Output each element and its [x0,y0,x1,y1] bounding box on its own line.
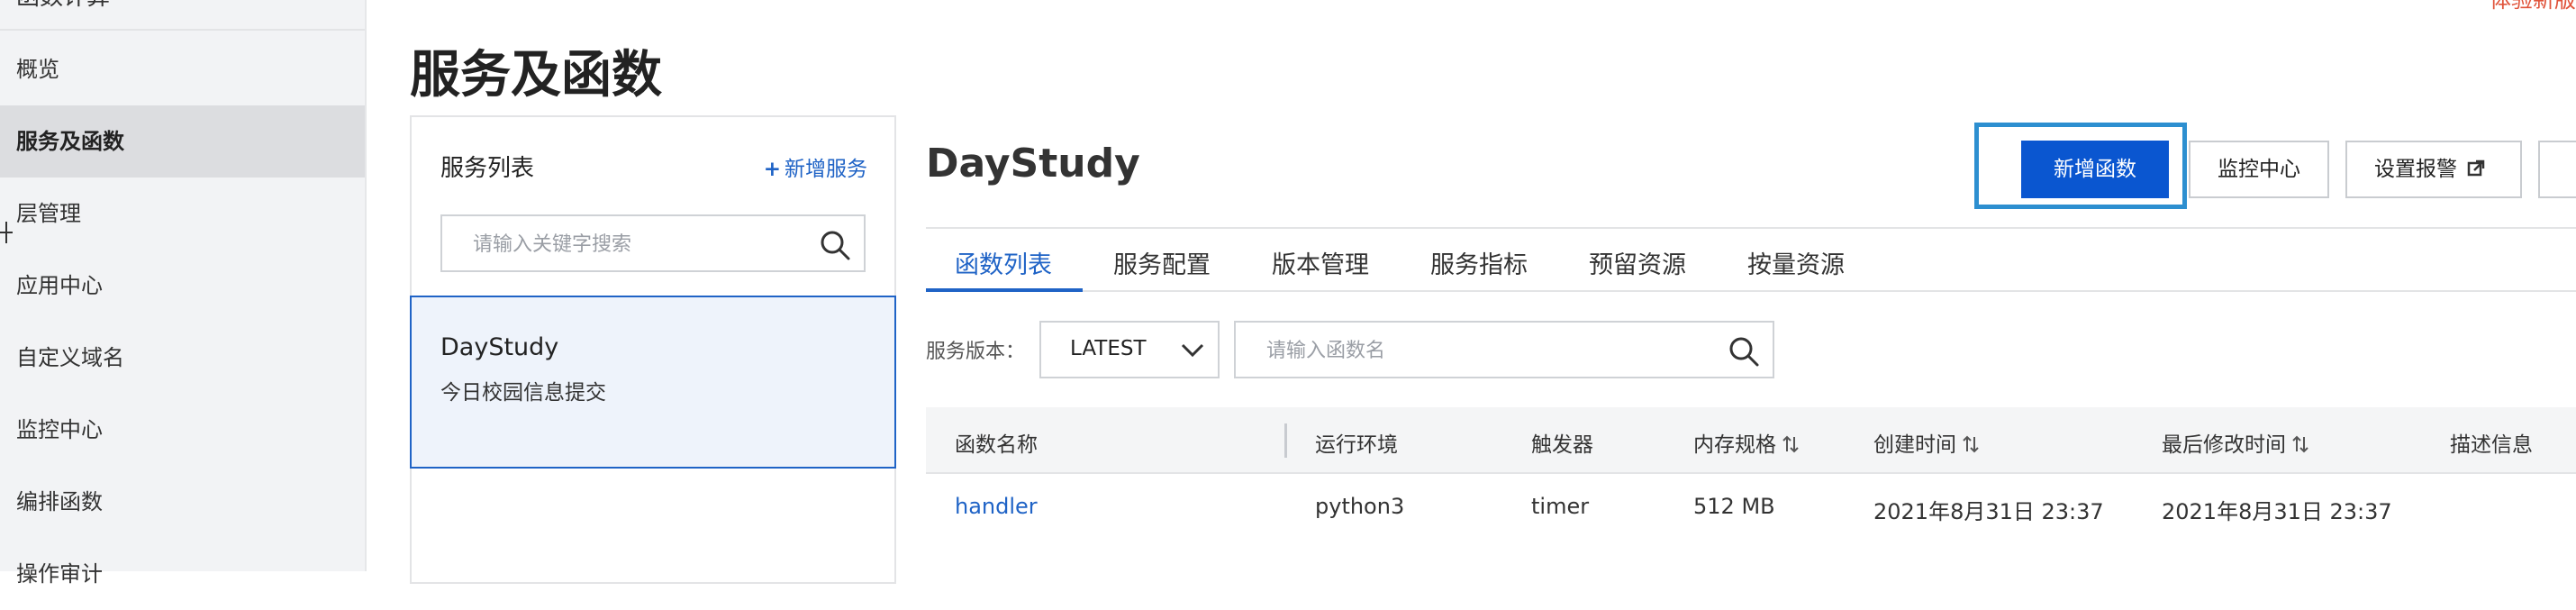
tab-on-demand-resources[interactable]: 按量资源 [1747,245,1845,280]
service-list-item[interactable]: DayStudy 今日校园信息提交 [410,296,896,469]
search-icon[interactable] [1728,335,1760,368]
column-header-modified-label: 最后修改时间 [2162,433,2286,457]
tab-service-metrics[interactable]: 服务指标 [1430,245,1528,280]
sidebar: 函数计算 概览 服务及函数 层管理 应用中心 自定义域名 监控中心 编排函数 操… [0,0,367,587]
service-list-title: 服务列表 [440,155,535,182]
service-list-panel: 服务列表 +新增服务 DayStudy 今日校园信息提交 [410,115,896,584]
function-created-time: 2021年8月31日 23:37 [1873,499,2104,524]
column-header-trigger: 触发器 [1531,433,1593,457]
tab-service-config[interactable]: 服务配置 [1113,245,1211,280]
table-header-divider [926,472,2576,474]
service-search-box[interactable] [440,214,866,272]
add-service-label: 新增服务 [785,158,867,181]
active-tab-indicator [926,288,1083,292]
function-modified-time: 2021年8月31日 23:37 [2162,499,2392,524]
sidebar-item-services-functions[interactable]: 服务及函数 [0,105,365,178]
add-service-button[interactable]: + 新增服务 [764,151,867,182]
try-new-version-link[interactable]: 体验新版 [2490,0,2576,14]
sidebar-item-overview[interactable]: 概览 [0,33,365,105]
column-header-created-label: 创建时间 [1873,433,1956,457]
header-divider [926,227,2576,229]
monitor-center-button[interactable]: 监控中心 [2189,141,2329,198]
set-alarm-label: 设置报警 [2374,158,2457,181]
tab-reserved-resources[interactable]: 预留资源 [1589,245,1686,280]
function-table-header: 函数名称 运行环境 触发器 内存规格 创建时间 最后修改时间 描述信息 [926,407,2576,474]
sidebar-item-layers[interactable]: 层管理 [0,178,365,250]
sidebar-item-audit[interactable]: 操作审计 [0,538,365,610]
service-search-input[interactable] [442,216,835,272]
column-resize-handle[interactable] [1284,423,1287,458]
page-title: 服务及函数 [410,46,662,105]
column-header-name: 函数名称 [955,433,1038,457]
sidebar-item-app-center[interactable]: 应用中心 [0,250,365,322]
tab-version-management[interactable]: 版本管理 [1272,245,1369,280]
function-name[interactable]: handler [955,494,1038,519]
sidebar-item-monitor-center[interactable]: 监控中心 [0,394,365,466]
search-icon[interactable] [819,229,851,261]
service-version-value: LATEST [1070,337,1147,360]
sort-icon[interactable] [1962,435,1980,453]
service-version-select[interactable]: LATEST [1039,321,1220,378]
service-description: 今日校园信息提交 [440,381,606,405]
column-header-modified[interactable]: 最后修改时间 [2162,427,2309,458]
new-function-button[interactable]: 新增函数 [2021,141,2169,198]
sort-icon[interactable] [1782,435,1800,453]
column-header-memory[interactable]: 内存规格 [1693,427,1800,458]
sidebar-divider [0,29,365,31]
sidebar-item-custom-domain[interactable]: 自定义域名 [0,322,365,394]
function-name-link[interactable]: handler [955,494,1038,519]
sidebar-top-partial-label: 函数计算 [16,0,110,12]
column-header-description: 描述信息 [2450,433,2533,457]
external-link-icon [2468,159,2485,177]
sort-icon[interactable] [2291,435,2309,453]
service-detail-title: DayStudy [926,141,1140,187]
function-search-input[interactable] [1236,323,1737,378]
function-runtime: python3 [1315,494,1405,519]
column-header-created[interactable]: 创建时间 [1873,427,1980,458]
tabs-divider [926,290,2576,292]
service-version-label: 服务版本： [926,341,1026,363]
plus-icon: + [763,158,781,181]
chevron-down-icon [1181,343,1204,358]
column-header-memory-label: 内存规格 [1693,433,1776,457]
function-trigger: timer [1531,494,1590,519]
tab-function-list[interactable]: 函数列表 [955,245,1052,280]
sidebar-item-orchestration[interactable]: 编排函数 [0,466,365,538]
function-search-box[interactable] [1234,321,1774,378]
overflow-button[interactable] [2538,141,2576,198]
column-header-runtime: 运行环境 [1315,433,1398,457]
function-memory: 512 MB [1693,494,1775,519]
service-name: DayStudy [440,333,559,361]
set-alarm-button[interactable]: 设置报警 [2345,141,2522,198]
crosshair-cursor-icon [0,222,13,243]
